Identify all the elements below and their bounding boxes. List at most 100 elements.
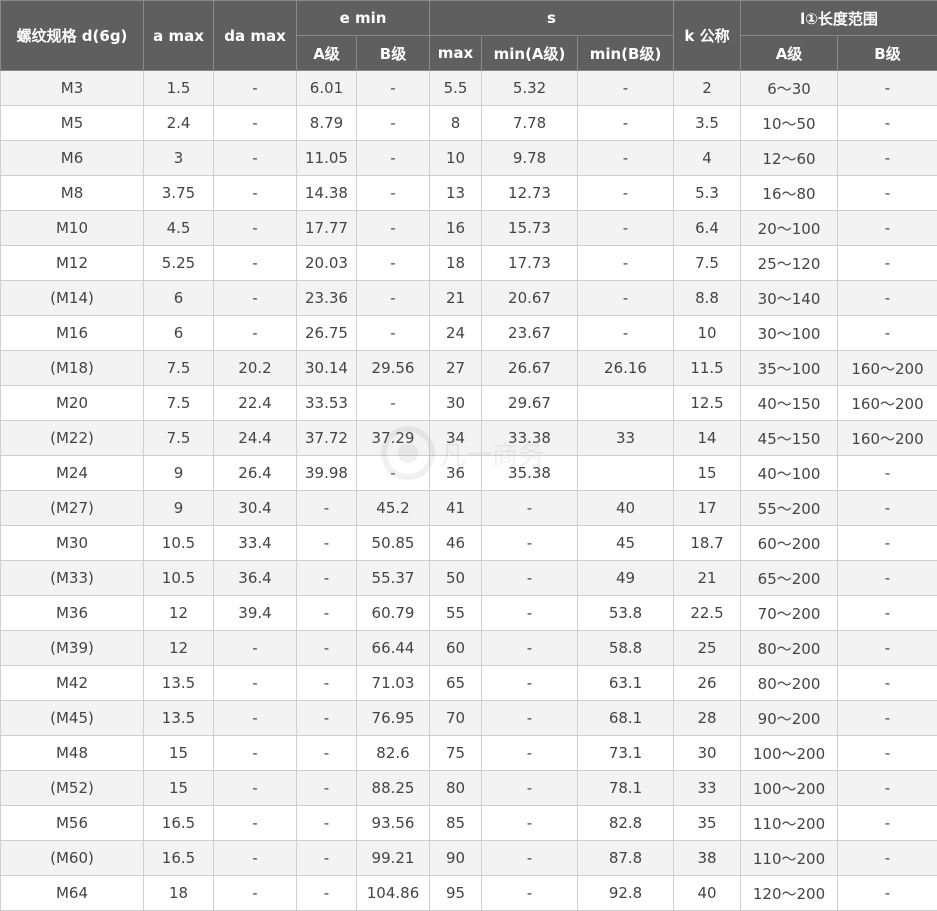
- header-da-max: da max: [214, 1, 297, 71]
- cell-l-range-b: -: [838, 631, 937, 666]
- cell-s-min-a: 15.73: [482, 211, 578, 246]
- cell-l-range-a: 40～100: [741, 456, 838, 491]
- cell-da-max: 24.4: [214, 421, 297, 456]
- cell-s-min-b: -: [578, 141, 674, 176]
- cell-k: 22.5: [674, 596, 741, 631]
- cell-k: 5.3: [674, 176, 741, 211]
- cell-a-max: 10.5: [144, 561, 214, 596]
- cell-l-range-a: 10～50: [741, 106, 838, 141]
- cell-l-range-a: 55～200: [741, 491, 838, 526]
- cell-s-max: 34: [430, 421, 482, 456]
- cell-l-range-a: 35～100: [741, 351, 838, 386]
- cell-da-max: -: [214, 246, 297, 281]
- cell-s-min-a: -: [482, 876, 578, 911]
- cell-a-max: 12: [144, 631, 214, 666]
- cell-thread: M36: [1, 596, 144, 631]
- cell-s-min-b: -: [578, 246, 674, 281]
- cell-s-min-b: 82.8: [578, 806, 674, 841]
- cell-l-range-b: -: [838, 281, 937, 316]
- cell-e-min-b: 82.6: [357, 736, 430, 771]
- cell-k: 38: [674, 841, 741, 876]
- cell-e-min-b: -: [357, 211, 430, 246]
- cell-s-min-b: -: [578, 176, 674, 211]
- cell-k: 6.4: [674, 211, 741, 246]
- cell-e-min-a: 23.36: [297, 281, 357, 316]
- cell-s-min-b: 87.8: [578, 841, 674, 876]
- header-e-b: B级: [357, 36, 430, 71]
- cell-e-min-b: -: [357, 316, 430, 351]
- cell-s-max: 80: [430, 771, 482, 806]
- cell-l-range-a: 20～100: [741, 211, 838, 246]
- table-row: M361239.4-60.7955-53.822.570～200-: [1, 596, 937, 631]
- cell-s-max: 21: [430, 281, 482, 316]
- header-s: s: [430, 1, 674, 36]
- cell-da-max: 39.4: [214, 596, 297, 631]
- cell-e-min-a: -: [297, 491, 357, 526]
- cell-l-range-b: 160～200: [838, 351, 937, 386]
- cell-thread: (M39): [1, 631, 144, 666]
- cell-thread: (M22): [1, 421, 144, 456]
- cell-a-max: 5.25: [144, 246, 214, 281]
- cell-thread: (M18): [1, 351, 144, 386]
- cell-l-range-a: 65～200: [741, 561, 838, 596]
- cell-e-min-b: 71.03: [357, 666, 430, 701]
- cell-da-max: -: [214, 631, 297, 666]
- table-row: M6418--104.8695-92.840120～200-: [1, 876, 937, 911]
- header-thread: 螺纹规格 d(6g): [1, 1, 144, 71]
- cell-s-max: 10: [430, 141, 482, 176]
- cell-thread: M24: [1, 456, 144, 491]
- cell-k: 4: [674, 141, 741, 176]
- cell-a-max: 18: [144, 876, 214, 911]
- cell-k: 28: [674, 701, 741, 736]
- table-row: (M22)7.524.437.7237.293433.38331445～1501…: [1, 421, 937, 456]
- cell-l-range-b: -: [838, 491, 937, 526]
- cell-s-min-a: -: [482, 596, 578, 631]
- table-row: (M14)6-23.36-2120.67-8.830～140-: [1, 281, 937, 316]
- cell-l-range-b: -: [838, 666, 937, 701]
- table-row: M31.5-6.01-5.55.32-26～30-: [1, 71, 937, 106]
- cell-s-min-b: 73.1: [578, 736, 674, 771]
- header-l-b: B级: [838, 36, 937, 71]
- cell-da-max: 20.2: [214, 351, 297, 386]
- cell-s-max: 27: [430, 351, 482, 386]
- header-s-max: max: [430, 36, 482, 71]
- cell-s-min-a: -: [482, 631, 578, 666]
- table-row: (M52)15--88.2580-78.133100～200-: [1, 771, 937, 806]
- cell-e-min-a: 30.14: [297, 351, 357, 386]
- cell-e-min-b: 50.85: [357, 526, 430, 561]
- cell-s-min-b: -: [578, 106, 674, 141]
- cell-s-max: 75: [430, 736, 482, 771]
- table-row: M4815--82.675-73.130100～200-: [1, 736, 937, 771]
- cell-s-min-b: 63.1: [578, 666, 674, 701]
- cell-e-min-b: -: [357, 386, 430, 421]
- cell-k: 7.5: [674, 246, 741, 281]
- cell-s-max: 46: [430, 526, 482, 561]
- cell-s-min-a: 20.67: [482, 281, 578, 316]
- cell-da-max: 33.4: [214, 526, 297, 561]
- table-row: M104.5-17.77-1615.73-6.420～100-: [1, 211, 937, 246]
- cell-a-max: 15: [144, 736, 214, 771]
- cell-l-range-b: -: [838, 71, 937, 106]
- cell-thread: (M60): [1, 841, 144, 876]
- cell-e-min-b: -: [357, 141, 430, 176]
- cell-e-min-a: 6.01: [297, 71, 357, 106]
- cell-s-min-b: 40: [578, 491, 674, 526]
- cell-l-range-a: 6～30: [741, 71, 838, 106]
- cell-s-min-a: 9.78: [482, 141, 578, 176]
- cell-l-range-a: 40～150: [741, 386, 838, 421]
- cell-k: 35: [674, 806, 741, 841]
- cell-s-max: 16: [430, 211, 482, 246]
- cell-thread: M20: [1, 386, 144, 421]
- cell-e-min-b: 99.21: [357, 841, 430, 876]
- cell-e-min-b: 60.79: [357, 596, 430, 631]
- cell-e-min-a: 8.79: [297, 106, 357, 141]
- cell-a-max: 10.5: [144, 526, 214, 561]
- cell-s-min-b: -: [578, 281, 674, 316]
- table-row: M3010.533.4-50.8546-4518.760～200-: [1, 526, 937, 561]
- cell-s-max: 41: [430, 491, 482, 526]
- table-row: M207.522.433.53-3029.6712.540～150160～200: [1, 386, 937, 421]
- cell-k: 2: [674, 71, 741, 106]
- header-e-a: A级: [297, 36, 357, 71]
- cell-s-min-a: -: [482, 561, 578, 596]
- cell-thread: M42: [1, 666, 144, 701]
